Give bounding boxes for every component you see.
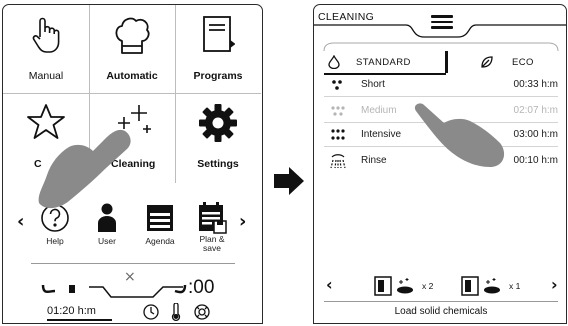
timer-underline — [47, 319, 112, 321]
hand-pointer-icon — [32, 17, 60, 53]
leaf-icon — [481, 56, 493, 68]
rinse-aid-chemical-icon — [461, 276, 500, 296]
next-arrow[interactable]: › — [551, 275, 558, 294]
drops-large-icon — [331, 129, 345, 140]
mode-tabs: STANDARD ECO — [314, 49, 566, 75]
next-arrow[interactable]: › — [239, 211, 246, 232]
tab-separator — [445, 51, 448, 73]
fav-label: Agenda — [145, 236, 175, 246]
tile-label: Automatic — [106, 70, 158, 82]
agenda-icon — [147, 205, 173, 231]
remaining-time: :00 — [188, 277, 215, 298]
prev-arrow[interactable]: ‹ — [17, 211, 24, 232]
tile-label: Programs — [193, 70, 243, 82]
drops-medium-icon — [331, 106, 345, 116]
fav-label: Help — [46, 236, 64, 246]
tile-label: Manual — [28, 70, 64, 82]
tile-favorites[interactable]: C — [3, 93, 89, 181]
program-row-intensive[interactable]: Intensive 03:00 h:m — [314, 125, 566, 147]
tab-eco[interactable]: ECO — [480, 49, 534, 75]
page-title: CLEANING — [318, 11, 375, 23]
tile-manual[interactable]: Manual — [3, 5, 89, 93]
transition-arrow — [274, 167, 304, 195]
program-name: Short — [361, 79, 385, 90]
tab-label: ECO — [512, 56, 534, 68]
program-row-medium[interactable]: Medium 02:07 h:m — [314, 101, 566, 123]
chemical-count: x 1 — [509, 281, 521, 291]
status-area-outline — [41, 284, 187, 298]
favorites-bar: ‹ Help User Agenda Plan & save › — [3, 183, 261, 267]
program-name: Intensive — [361, 129, 402, 140]
help-icon — [41, 204, 69, 232]
fav-label: Plan & save — [199, 234, 225, 253]
status-icons — [143, 303, 210, 321]
star-icon — [27, 104, 65, 139]
favorites-divider — [31, 263, 235, 264]
tab-standard[interactable]: STANDARD — [328, 49, 411, 75]
program-row-rinse[interactable]: Rinse 00:10 h:m — [314, 151, 566, 173]
program-duration: 02:07 h:m — [513, 105, 558, 116]
sparkle-icon — [112, 105, 151, 141]
chemical-count: x 2 — [422, 281, 434, 291]
drops-small-icon — [332, 80, 342, 90]
timer-value[interactable]: 01:20 h:m — [47, 305, 96, 317]
tile-settings[interactable]: Settings — [175, 93, 261, 181]
chef-hat-icon — [115, 17, 150, 54]
tab-label: STANDARD — [356, 56, 411, 68]
home-screen: Manual Automatic Programs C Cleaning Set… — [2, 4, 263, 324]
load-chemicals-label[interactable]: Load solid chemicals — [314, 306, 566, 317]
tile-automatic[interactable]: Automatic — [89, 5, 175, 93]
header-divider — [314, 24, 566, 51]
tile-label: Cleaning — [111, 158, 156, 170]
program-duration: 00:10 h:m — [513, 155, 558, 166]
gear-icon — [199, 104, 237, 142]
tile-label: C — [34, 158, 42, 170]
program-name: Rinse — [361, 155, 387, 166]
fav-plan-save[interactable]: Plan & save — [187, 189, 237, 259]
detergent-chemical-icon — [374, 276, 413, 296]
fav-help[interactable]: Help — [30, 189, 80, 259]
tile-cleaning[interactable]: Cleaning — [89, 93, 175, 181]
tile-programs[interactable]: Programs — [175, 5, 261, 93]
user-icon — [98, 203, 116, 232]
program-duration: 03:00 h:m — [513, 129, 558, 140]
program-row-short[interactable]: Short 00:33 h:m — [314, 75, 566, 97]
plan-save-icon — [199, 202, 227, 234]
water-drop-icon — [328, 55, 340, 69]
fav-user[interactable]: User — [82, 189, 132, 259]
chemicals-divider — [324, 301, 558, 302]
thermometer-icon — [171, 303, 181, 321]
recipe-book-icon — [203, 16, 235, 52]
function-grid: Manual Automatic Programs C Cleaning Set… — [3, 5, 261, 183]
prev-arrow[interactable]: ‹ — [326, 275, 333, 294]
chemicals-bar: ‹ x 2 x 1 › Load solid chemicals — [314, 267, 566, 323]
tile-label: Settings — [197, 158, 239, 170]
program-name: Medium — [361, 105, 397, 116]
program-duration: 00:33 h:m — [513, 79, 558, 90]
cleaning-screen: CLEANING STANDARD ECO Short 00:33 h:m Me… — [313, 4, 567, 324]
shower-icon — [330, 154, 346, 169]
program-icon — [194, 304, 210, 320]
clock-icon — [143, 304, 159, 320]
fav-label: User — [98, 236, 116, 246]
fav-agenda[interactable]: Agenda — [135, 189, 185, 259]
